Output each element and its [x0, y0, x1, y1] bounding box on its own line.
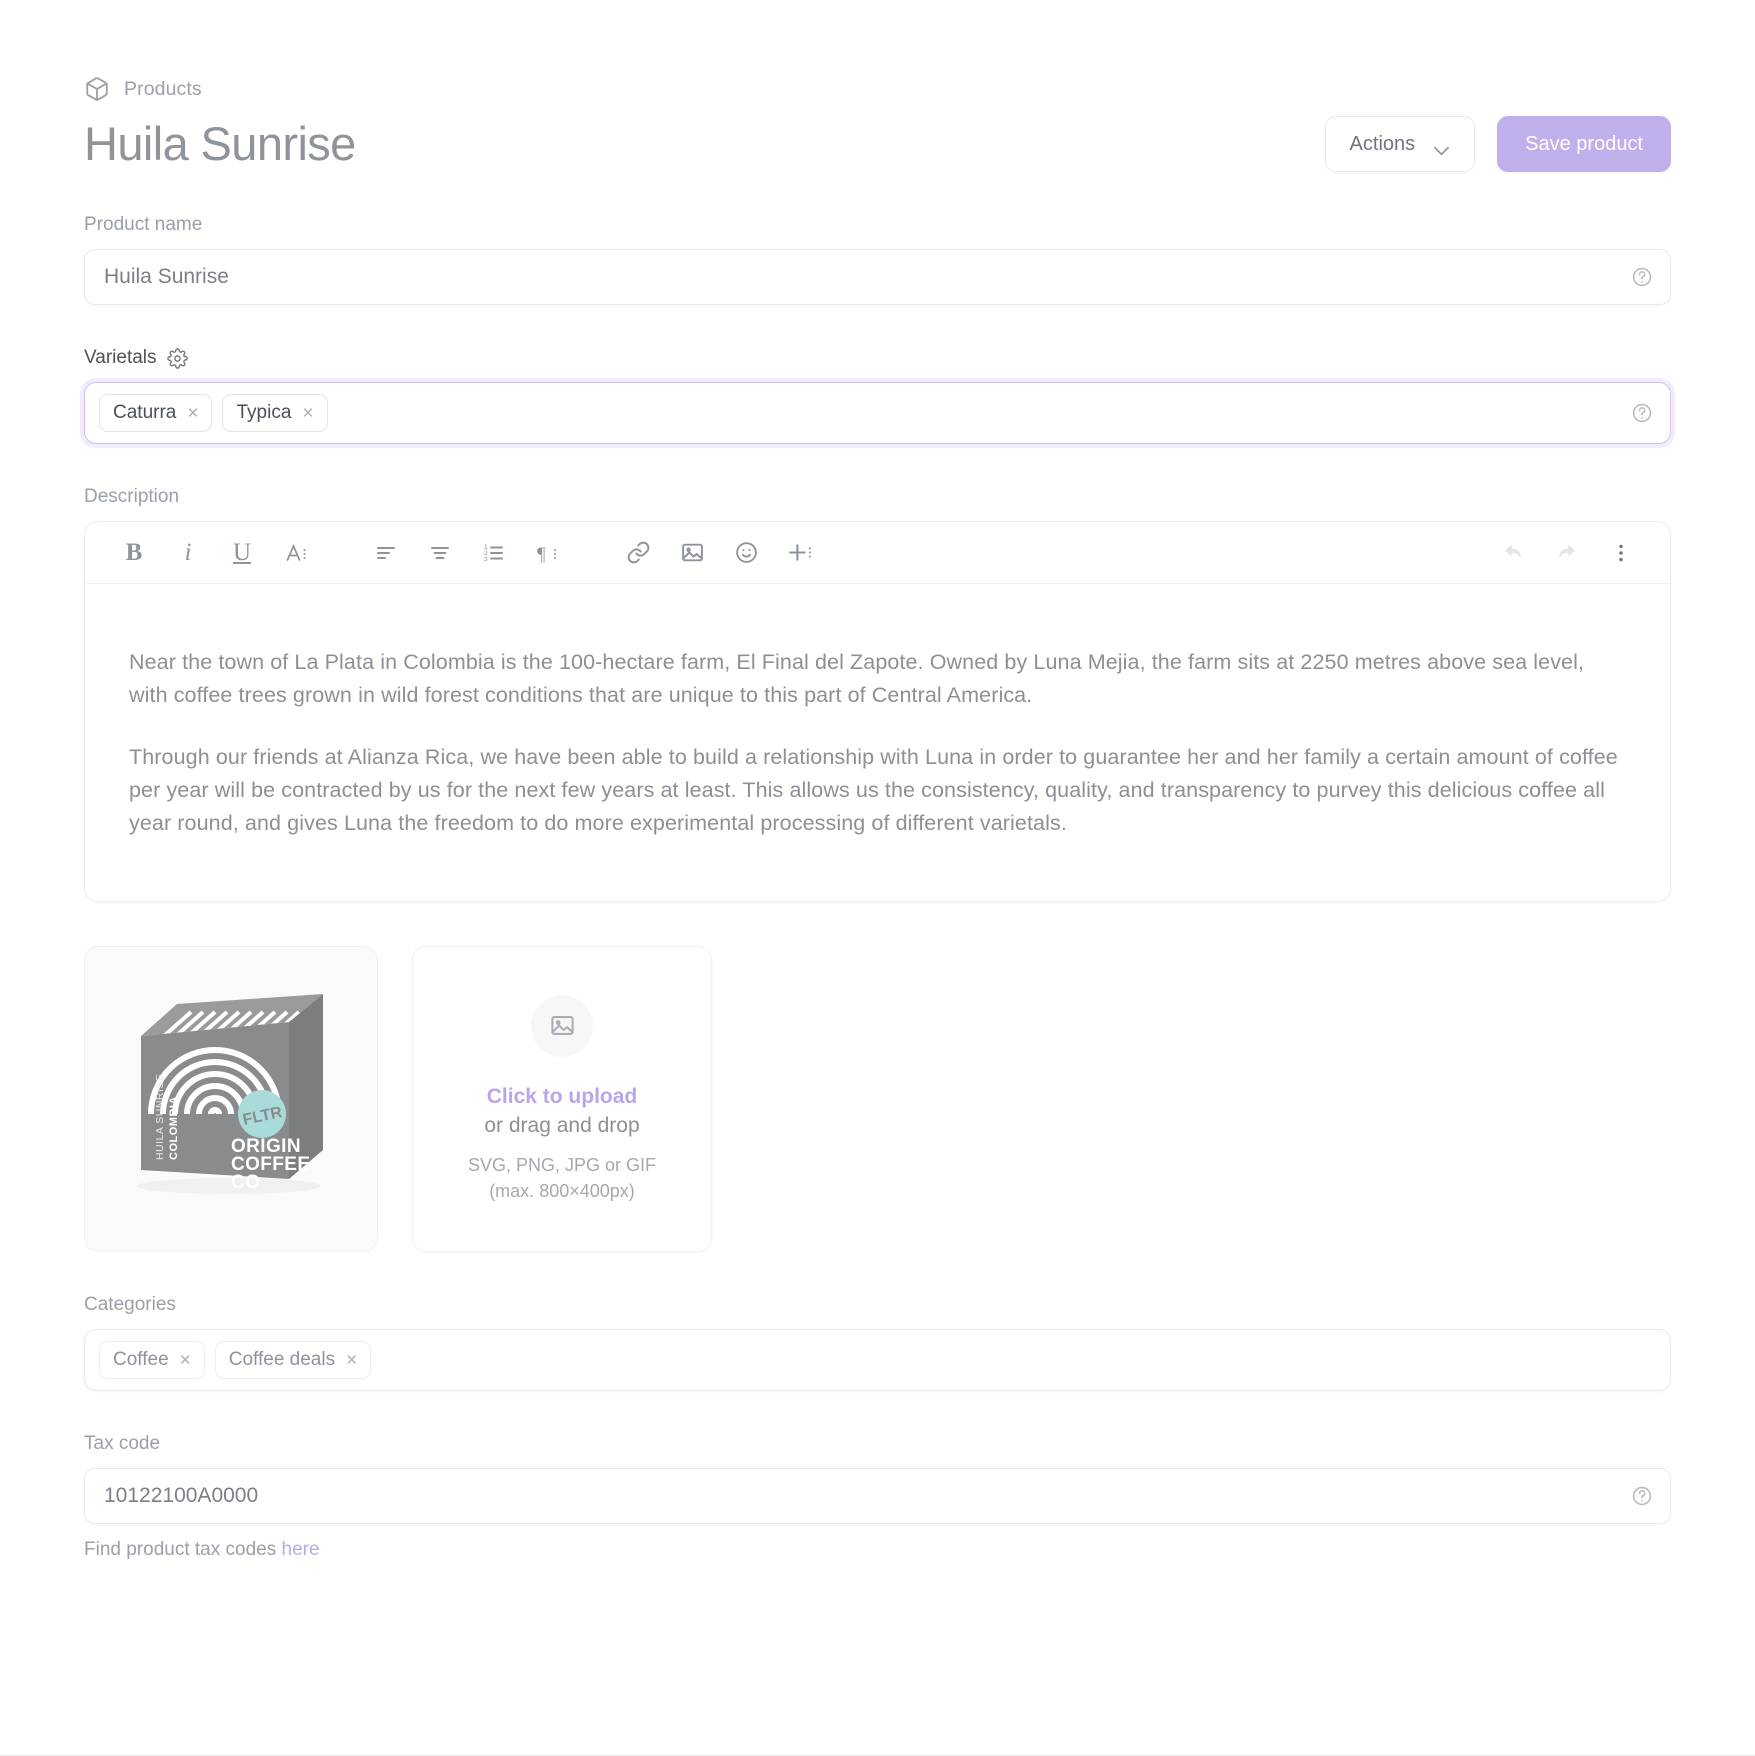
varietals-tag[interactable]: Caturra × — [99, 394, 213, 432]
click-to-upload-label[interactable]: Click to upload — [484, 1083, 639, 1111]
align-left-icon[interactable] — [359, 530, 413, 576]
save-product-button[interactable]: Save product — [1497, 116, 1671, 172]
varietals-tag[interactable]: Typica × — [222, 394, 328, 432]
product-name-input-wrap[interactable] — [84, 249, 1671, 305]
svg-text:3: 3 — [484, 556, 488, 563]
remove-tag-icon[interactable]: × — [187, 404, 198, 423]
description-label: Description — [84, 486, 180, 507]
varietals-tag-label: Caturra — [113, 402, 177, 423]
paragraph-icon[interactable]: ¶ — [521, 530, 575, 576]
cube-icon — [84, 76, 110, 102]
image-placeholder-icon — [531, 994, 593, 1057]
gear-icon[interactable] — [166, 347, 188, 369]
varietals-label-row: Varietals — [84, 347, 1671, 369]
actions-button[interactable]: Actions — [1324, 116, 1476, 172]
breadcrumb[interactable]: Products — [84, 74, 1671, 104]
actions-button-label: Actions — [1349, 132, 1416, 155]
product-name-input[interactable] — [85, 250, 1670, 304]
description-paragraph: Through our friends at Alianza Rica, we … — [129, 745, 1618, 835]
undo-icon[interactable] — [1486, 530, 1540, 576]
link-icon[interactable] — [611, 530, 665, 576]
categories-tag[interactable]: Coffee × — [99, 1341, 205, 1380]
dropzone-format-hint: SVG, PNG, JPG or GIF (max. 800×400px) — [468, 1152, 656, 1204]
underline-icon[interactable]: U — [215, 530, 269, 576]
categories-tag-label: Coffee — [113, 1349, 169, 1371]
svg-text:¶: ¶ — [537, 544, 546, 565]
rich-text-editor: B i U 123 ¶ Near the town of La Plata in… — [84, 521, 1671, 903]
page-title: Huila Sunrise — [84, 116, 356, 170]
remove-tag-icon[interactable]: × — [180, 1351, 191, 1370]
categories-tag[interactable]: Coffee deals × — [214, 1341, 372, 1380]
ordered-list-icon[interactable]: 123 — [467, 530, 521, 576]
svg-text:HUILA SUNRISE: HUILA SUNRISE — [154, 1074, 166, 1160]
tax-code-label: Tax code — [84, 1433, 161, 1455]
categories-tag-label: Coffee deals — [228, 1349, 336, 1371]
varietals-field: Varietals Caturra × Typica × — [84, 347, 1671, 444]
svg-text:CO: CO — [231, 1172, 260, 1193]
remove-tag-icon[interactable]: × — [346, 1351, 357, 1370]
align-center-icon[interactable] — [413, 530, 467, 576]
image-upload-dropzone[interactable]: Click to upload or drag and drop SVG, PN… — [412, 946, 712, 1253]
dropzone-main-text: Click to upload or drag and drop — [484, 1083, 639, 1140]
upload-formats: SVG, PNG, JPG or GIF — [467, 1154, 657, 1175]
more-options-icon[interactable] — [1594, 530, 1648, 576]
coffee-box-illustration: FLTR HUILA SUNRISE COLOMBIA ORIGIN COFFE… — [137, 994, 323, 1195]
bold-icon[interactable]: B — [107, 530, 161, 576]
varietals-tag-label: Typica — [236, 402, 292, 423]
product-name-label: Product name — [84, 214, 203, 235]
remove-tag-icon[interactable]: × — [302, 404, 313, 423]
insert-plus-icon[interactable] — [773, 530, 827, 576]
product-editor-page: Products Huila Sunrise Actions Save prod… — [0, 0, 1755, 1756]
drag-and-drop-label: or drag and drop — [484, 1114, 640, 1138]
varietals-label: Varietals — [84, 347, 157, 368]
editor-content[interactable]: Near the town of La Plata in Colombia is… — [85, 584, 1670, 901]
redo-icon[interactable] — [1540, 530, 1594, 576]
categories-tag-input[interactable]: Coffee × Coffee deals × — [84, 1329, 1671, 1392]
question-circle-icon[interactable] — [1631, 1485, 1653, 1507]
emoji-icon[interactable] — [719, 530, 773, 576]
breadcrumb-label[interactable]: Products — [124, 78, 202, 101]
page-header: Huila Sunrise Actions Save product — [84, 116, 1671, 172]
header-actions: Actions Save product — [1324, 116, 1671, 172]
tax-code-helper-text: Find product tax codes — [84, 1539, 282, 1561]
tax-code-helper-link[interactable]: here — [282, 1539, 320, 1560]
tax-code-field: Tax code Find product tax codes here — [84, 1433, 1671, 1561]
image-icon[interactable] — [665, 530, 719, 576]
italic-icon[interactable]: i — [161, 530, 215, 576]
product-images-row: FLTR HUILA SUNRISE COLOMBIA ORIGIN COFFE… — [84, 946, 1671, 1253]
text-style-icon[interactable] — [269, 530, 323, 576]
description-paragraph: Near the town of La Plata in Colombia is… — [129, 650, 1585, 707]
svg-text:COLOMBIA: COLOMBIA — [168, 1096, 180, 1160]
categories-field: Categories Coffee × Coffee deals × — [84, 1294, 1671, 1392]
description-field: Description B i U 123 ¶ Near the town of… — [84, 486, 1671, 903]
chevron-down-icon — [1433, 139, 1450, 156]
tax-code-helper: Find product tax codes here — [84, 1539, 1671, 1561]
question-circle-icon[interactable] — [1631, 266, 1653, 288]
product-name-field: Product name — [84, 214, 1671, 305]
upload-max-size: (max. 800×400px) — [489, 1181, 635, 1202]
editor-toolbar: B i U 123 ¶ — [85, 522, 1670, 584]
tax-code-input[interactable] — [85, 1469, 1670, 1524]
product-image-thumbnail[interactable]: FLTR HUILA SUNRISE COLOMBIA ORIGIN COFFE… — [84, 946, 378, 1253]
tax-code-input-wrap[interactable] — [84, 1468, 1671, 1525]
question-circle-icon[interactable] — [1631, 402, 1653, 424]
categories-label: Categories — [84, 1294, 176, 1316]
varietals-tag-input[interactable]: Caturra × Typica × — [84, 382, 1671, 444]
